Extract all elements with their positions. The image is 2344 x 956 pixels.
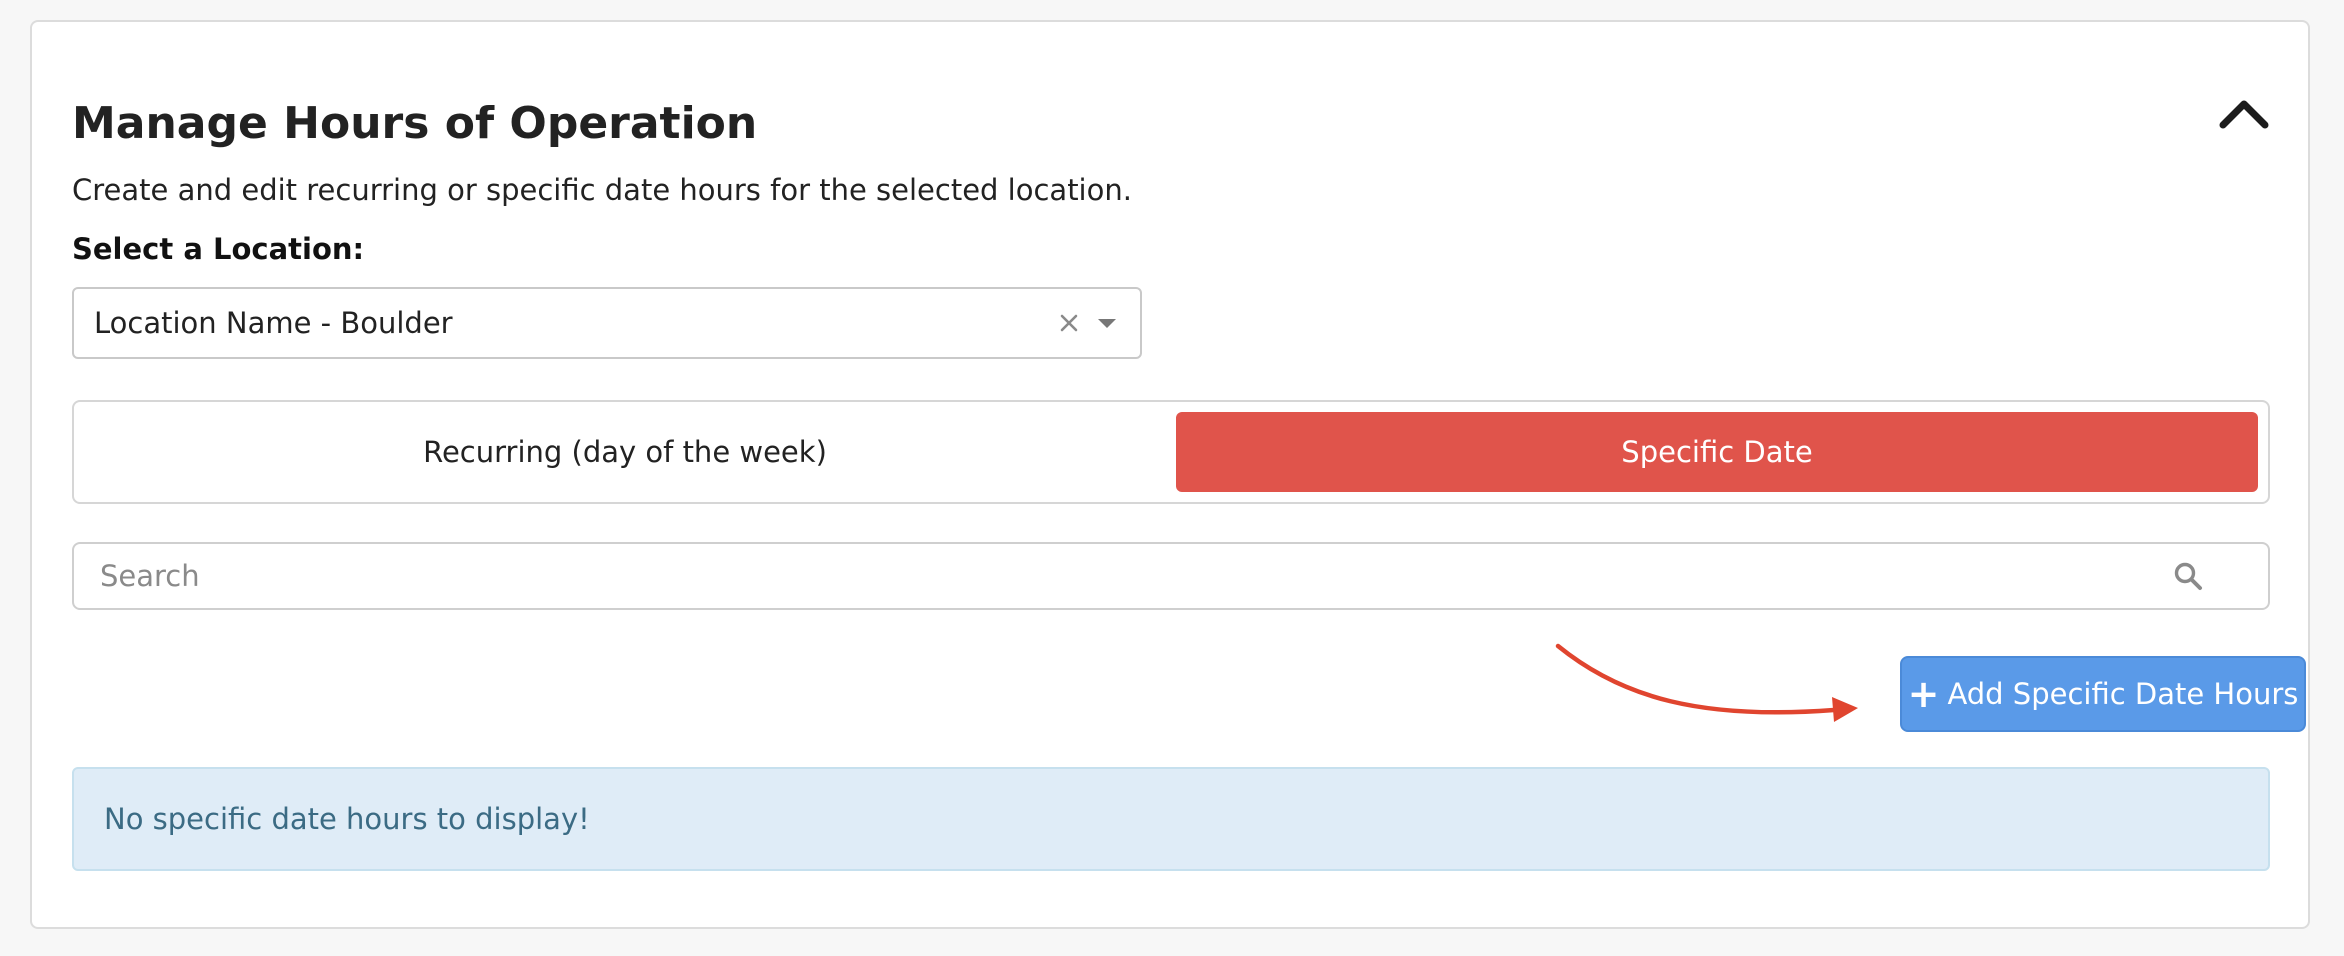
close-icon[interactable] xyxy=(1052,306,1086,340)
search-icon[interactable] xyxy=(2168,556,2208,596)
chevron-up-icon xyxy=(2219,100,2269,129)
location-label: Select a Location: xyxy=(72,232,365,266)
page-title: Manage Hours of Operation xyxy=(72,98,758,149)
add-button-label: Add Specific Date Hours xyxy=(1947,677,2299,711)
page-subtitle: Create and edit recurring or specific da… xyxy=(72,173,1132,207)
empty-state-alert: No specific date hours to display! xyxy=(72,767,2270,871)
tab-specific-date[interactable]: Specific Date xyxy=(1176,412,2258,492)
caret-down-icon[interactable] xyxy=(1090,306,1124,340)
search-bar xyxy=(72,542,2270,610)
empty-state-message: No specific date hours to display! xyxy=(104,802,590,836)
add-specific-date-hours-button[interactable]: + Add Specific Date Hours xyxy=(1900,656,2306,732)
collapse-button[interactable] xyxy=(2216,84,2272,140)
search-input[interactable] xyxy=(98,558,2168,594)
location-select[interactable]: Location Name - Boulder xyxy=(72,287,1142,359)
location-select-value: Location Name - Boulder xyxy=(94,306,453,340)
hours-of-operation-panel: Manage Hours of Operation Create and edi… xyxy=(30,20,2310,929)
arrow-icon xyxy=(1555,643,1858,722)
hours-type-toggle: Recurring (day of the week) Specific Dat… xyxy=(72,400,2270,504)
tab-recurring[interactable]: Recurring (day of the week) xyxy=(84,412,1166,492)
plus-icon: + xyxy=(1907,672,1940,716)
